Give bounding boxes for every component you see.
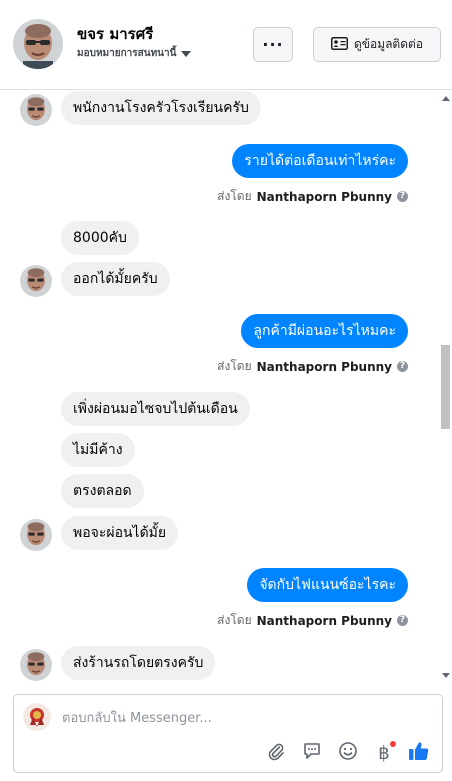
incoming-message[interactable]: ไม่มีค้าง xyxy=(61,433,135,467)
contact-avatar-small xyxy=(20,265,52,297)
saved-replies-button[interactable] xyxy=(300,741,324,765)
reply-composer: ฿ xyxy=(13,694,443,773)
sent-by-label: ส่งโดย Nanthaporn Pbunny ? xyxy=(217,187,408,206)
outgoing-message[interactable]: จัดกับไฟแนนซ์อะไรคะ xyxy=(247,568,408,602)
help-icon[interactable]: ? xyxy=(397,361,408,372)
sender-name: Nanthaporn Pbunny xyxy=(256,189,392,204)
incoming-message[interactable]: ตรงตลอด xyxy=(61,474,144,508)
outgoing-message[interactable]: ลูกค้ามีผ่อนอะไรไหมคะ xyxy=(241,314,408,348)
incoming-message[interactable]: เพิ่งผ่อนมอไซจบไปต้นเดือน xyxy=(61,392,250,426)
sent-by-label: ส่งโดย Nanthaporn Pbunny ? xyxy=(217,611,408,630)
contact-card-icon xyxy=(330,36,348,53)
conversation-header: ขจร มารศรี มอบหมายการสนทนานี้ ··· ดูข้อม… xyxy=(0,0,452,90)
incoming-message[interactable]: พนักงานโรงครัวโรงเรียนครับ xyxy=(61,91,261,125)
assign-label: มอบหมายการสนทนานี้ xyxy=(77,48,177,59)
contact-avatar-small xyxy=(20,94,52,126)
thread-scrollbar[interactable] xyxy=(440,96,450,678)
caret-down-icon xyxy=(181,51,192,57)
help-icon[interactable]: ? xyxy=(397,191,408,202)
emoji-button[interactable] xyxy=(336,741,360,765)
contact-avatar[interactable] xyxy=(13,19,63,69)
view-contact-info-button[interactable]: ดูข้อมูลติดต่อ xyxy=(313,27,441,62)
sent-by-prefix: ส่งโดย xyxy=(217,359,252,373)
assign-conversation-dropdown[interactable]: มอบหมายการสนทนานี้ xyxy=(77,46,192,61)
notification-dot xyxy=(390,741,396,747)
sent-by-prefix: ส่งโดย xyxy=(217,613,252,627)
scroll-up-arrow-icon[interactable] xyxy=(442,96,450,101)
thumbs-up-icon xyxy=(408,740,430,766)
contact-name[interactable]: ขจร มารศรี xyxy=(77,22,153,46)
scroll-down-arrow-icon[interactable] xyxy=(442,673,450,678)
incoming-message[interactable]: 8000คับ xyxy=(61,221,139,255)
contact-info-label: ดูข้อมูลติดต่อ xyxy=(353,37,424,51)
contact-avatar-small xyxy=(20,649,52,681)
attach-file-button[interactable] xyxy=(264,741,288,765)
payment-button[interactable]: ฿ xyxy=(372,741,396,765)
chat-bubble-icon xyxy=(302,741,322,765)
more-options-button[interactable]: ··· xyxy=(253,27,293,62)
message-thread: พนักงานโรงครัวโรงเรียนครับ รายได้ต่อเดือ… xyxy=(0,90,452,682)
sent-by-label: ส่งโดย Nanthaporn Pbunny ? xyxy=(217,357,408,376)
paperclip-icon xyxy=(266,741,286,765)
incoming-message[interactable]: ส่งร้านรถโดยตรงครับ xyxy=(61,646,216,680)
reply-input[interactable] xyxy=(62,707,422,729)
scrollbar-thumb[interactable] xyxy=(441,345,450,429)
sender-name: Nanthaporn Pbunny xyxy=(256,359,392,374)
incoming-message[interactable]: พอจะผ่อนได้มั้ย xyxy=(61,516,179,550)
outgoing-message[interactable]: รายได้ต่อเดือนเท่าไหร่คะ xyxy=(232,144,408,178)
smiley-icon xyxy=(338,741,358,765)
page-avatar xyxy=(23,703,51,731)
sender-name: Nanthaporn Pbunny xyxy=(256,613,392,628)
incoming-message[interactable]: ออกได้มั้ยครับ xyxy=(61,262,170,296)
contact-avatar-small xyxy=(20,519,52,551)
sent-by-prefix: ส่งโดย xyxy=(217,189,252,203)
baht-icon: ฿ xyxy=(378,742,390,764)
help-icon[interactable]: ? xyxy=(397,615,408,626)
send-like-button[interactable] xyxy=(407,741,431,765)
